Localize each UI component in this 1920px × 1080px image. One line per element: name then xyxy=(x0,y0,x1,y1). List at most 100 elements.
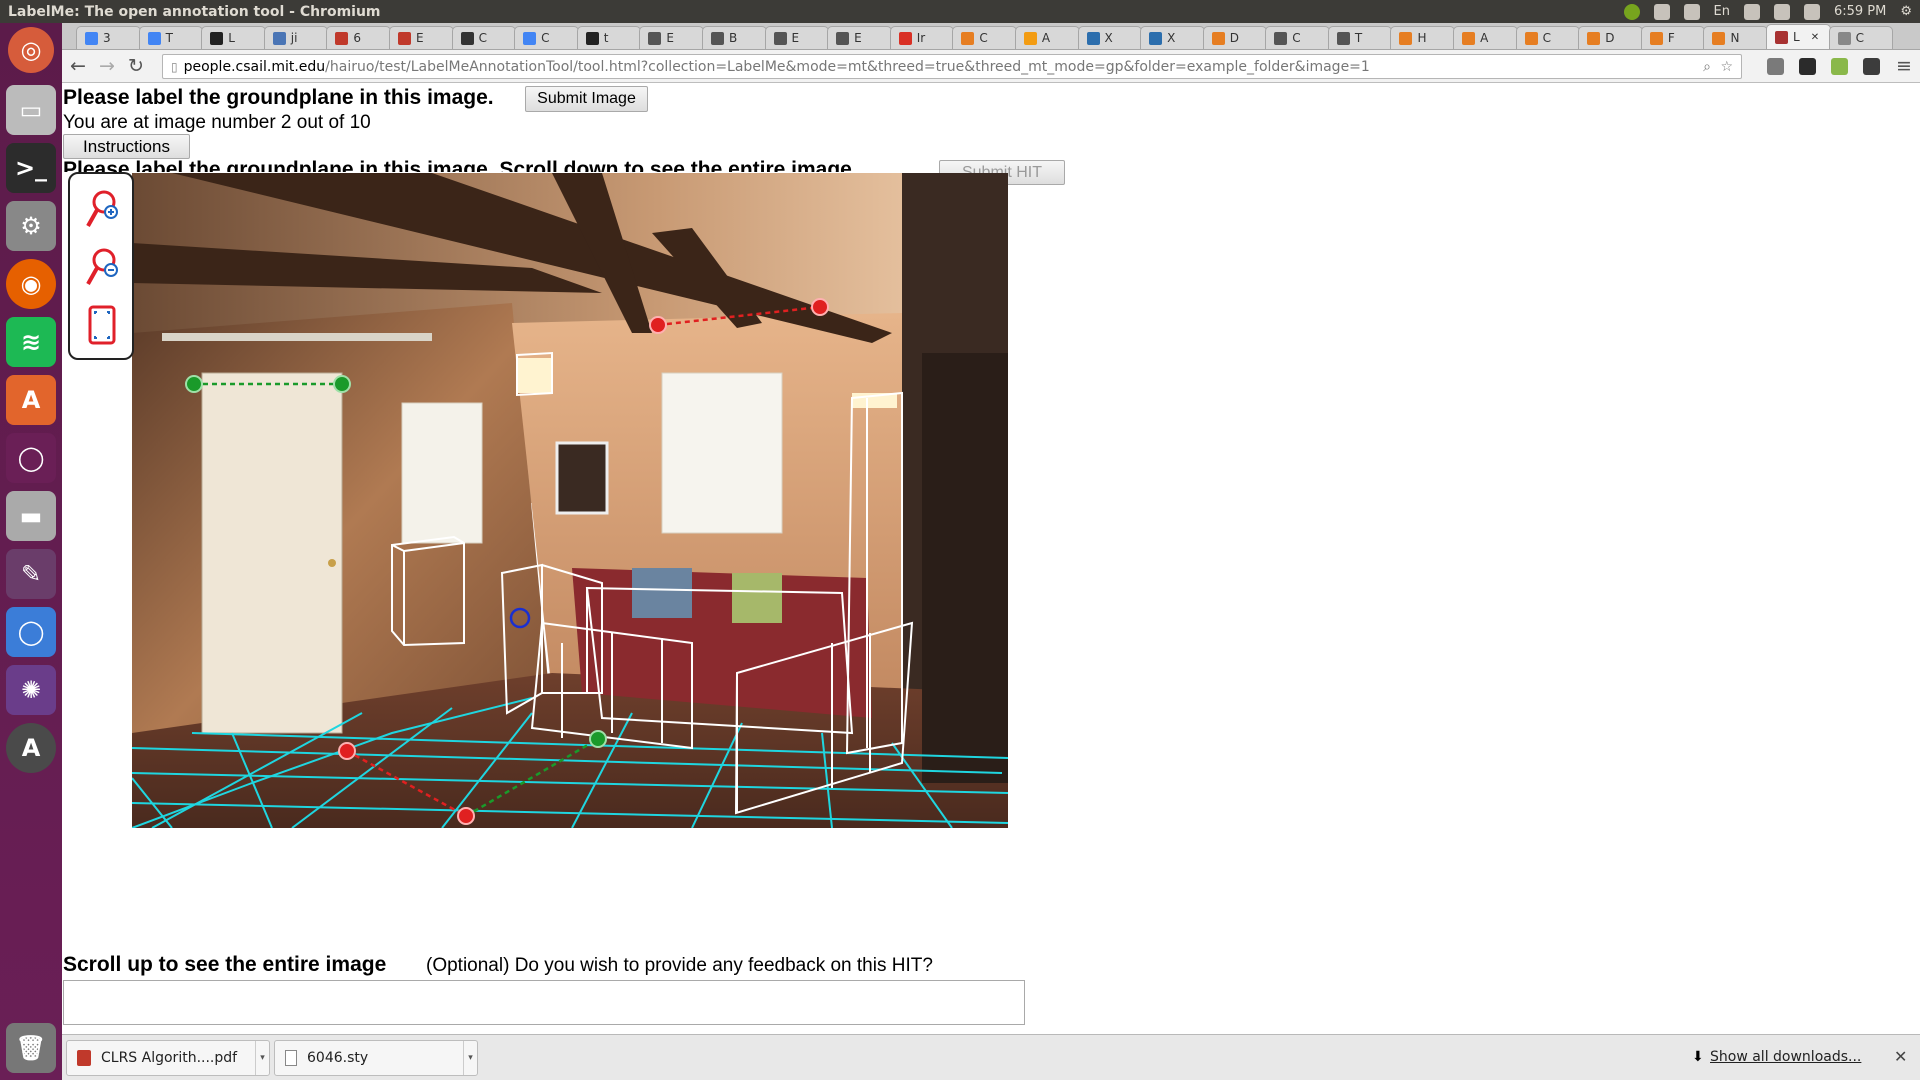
spotify-icon[interactable]: ≋ xyxy=(6,317,56,367)
tab-label: t xyxy=(603,31,609,45)
browser-tab[interactable]: 6 xyxy=(326,26,391,49)
reload-icon[interactable]: ↻ xyxy=(123,53,149,79)
extension-icon[interactable] xyxy=(1767,58,1784,75)
fit-to-screen-icon[interactable] xyxy=(84,304,120,346)
browser-tab[interactable]: A xyxy=(1014,26,1080,49)
annotation-canvas[interactable] xyxy=(132,173,1008,828)
system-settings-icon[interactable]: ⚙ xyxy=(6,201,56,251)
download-menu-arrow-icon[interactable]: ▾ xyxy=(463,1041,477,1075)
zoom-out-icon[interactable] xyxy=(84,246,120,288)
browser-tab[interactable]: E xyxy=(764,26,830,49)
close-icon[interactable]: ✕ xyxy=(1894,1047,1907,1066)
spotify-tray-icon[interactable] xyxy=(1623,3,1640,20)
terminal-icon[interactable]: >_ xyxy=(6,143,56,193)
red-control-point[interactable] xyxy=(338,742,356,760)
keyboard-layout[interactable]: En xyxy=(1714,4,1730,19)
clock[interactable]: 6:59 PM xyxy=(1834,4,1886,19)
shotwell-icon[interactable]: ✺ xyxy=(6,665,56,715)
browser-tab[interactable]: E xyxy=(827,26,892,49)
update-manager-icon[interactable]: A xyxy=(6,723,56,773)
tab-favicon-icon xyxy=(1211,31,1225,45)
download-item[interactable]: CLRS Algorith....pdf ▾ xyxy=(66,1040,270,1076)
red-control-point[interactable] xyxy=(649,316,667,334)
browser-tab[interactable]: L xyxy=(201,26,266,49)
battery-icon[interactable] xyxy=(1773,3,1790,20)
red-control-point[interactable] xyxy=(457,807,475,825)
files-icon[interactable]: ▭ xyxy=(6,85,56,135)
tab-favicon-icon xyxy=(85,31,98,45)
tab-favicon-icon xyxy=(1462,31,1476,45)
empathy-icon[interactable]: ◯ xyxy=(6,433,56,483)
browser-tab[interactable]: E xyxy=(388,26,454,49)
browser-tab[interactable]: N xyxy=(1703,26,1769,49)
firefox-icon[interactable]: ◉ xyxy=(6,259,56,309)
tab-label: C xyxy=(478,31,487,45)
tab-close-icon[interactable]: ✕ xyxy=(1811,32,1819,43)
browser-tab[interactable]: A xyxy=(1453,26,1518,49)
tab-favicon-icon xyxy=(335,31,349,45)
ubuntu-dash-icon[interactable]: ◎ xyxy=(8,27,54,73)
tab-label: X xyxy=(1167,31,1176,45)
show-all-downloads-link[interactable]: Show all downloads... xyxy=(1710,1049,1861,1065)
browser-tab[interactable]: B xyxy=(701,26,767,49)
browser-tab[interactable]: X xyxy=(1140,26,1205,49)
inkscape-icon[interactable]: ✎ xyxy=(6,549,56,599)
browser-tab[interactable]: ji xyxy=(263,26,329,49)
browser-tab[interactable]: E xyxy=(639,26,704,49)
browser-tab[interactable]: T xyxy=(138,26,204,49)
browser-tab[interactable]: T xyxy=(1327,26,1393,49)
browser-tab[interactable]: D xyxy=(1202,26,1268,49)
download-item[interactable]: 6046.sty ▾ xyxy=(274,1040,478,1076)
page-icon: ▯ xyxy=(171,59,178,74)
trash-icon[interactable]: 🗑 xyxy=(6,1023,56,1073)
browser-tab[interactable]: 3 xyxy=(76,26,141,49)
tab-label: F xyxy=(1667,31,1675,45)
tab-label: D xyxy=(1605,31,1615,45)
scene-wall-shelf xyxy=(162,333,432,341)
menu-icon[interactable]: ≡ xyxy=(1891,53,1917,79)
submit-image-button[interactable]: Submit Image xyxy=(525,86,648,112)
browser-tab[interactable]: D xyxy=(1578,26,1643,49)
browser-tab[interactable]: C xyxy=(514,26,579,49)
feedback-textarea[interactable] xyxy=(63,980,1025,1025)
download-menu-arrow-icon[interactable]: ▾ xyxy=(255,1041,269,1075)
settings-gear-icon[interactable]: ⚙ xyxy=(1900,4,1912,19)
browser-tab[interactable]: Ir xyxy=(889,26,955,49)
forward-arrow-icon[interactable]: → xyxy=(94,53,120,79)
k-extension-icon[interactable] xyxy=(1799,58,1816,75)
tab-favicon-icon xyxy=(147,31,161,45)
browser-tab[interactable]: C xyxy=(952,26,1017,49)
browser-tab[interactable]: X xyxy=(1077,26,1143,49)
browser-tab[interactable]: C xyxy=(1828,26,1894,49)
script-extension-icon[interactable] xyxy=(1831,58,1848,75)
bookmark-star-icon[interactable]: ☆ xyxy=(1720,59,1733,75)
tab-label: L xyxy=(228,31,235,45)
tab-label: 6 xyxy=(353,31,362,45)
browser-tab[interactable]: C xyxy=(1265,26,1330,49)
sync-icon[interactable] xyxy=(1653,3,1670,20)
zoom-icon[interactable]: ⌕ xyxy=(1703,59,1711,75)
chromium-icon[interactable]: ◯ xyxy=(6,607,56,657)
browser-tab[interactable]: L ✕ xyxy=(1766,24,1831,49)
green-control-point[interactable] xyxy=(333,375,351,393)
green-control-point[interactable] xyxy=(589,730,607,748)
back-arrow-icon[interactable]: ← xyxy=(65,53,91,79)
zoom-in-icon[interactable] xyxy=(84,188,120,230)
software-center-icon[interactable]: A xyxy=(6,375,56,425)
browser-tab[interactable]: H xyxy=(1390,26,1456,49)
instructions-button[interactable]: Instructions xyxy=(63,134,190,159)
scene-picture-frame xyxy=(555,441,609,515)
browser-tab[interactable]: C xyxy=(451,26,517,49)
browser-tab[interactable]: C xyxy=(1515,26,1581,49)
address-bar[interactable]: ▯ people.csail.mit.edu/hairuo/test/Label… xyxy=(162,54,1742,79)
wifi-icon[interactable] xyxy=(1683,3,1700,20)
volume-icon[interactable] xyxy=(1803,3,1820,20)
bluetooth-icon[interactable] xyxy=(1743,3,1760,20)
browser-tab[interactable]: t xyxy=(576,26,642,49)
os-top-panel: LabelMe: The open annotation tool - Chro… xyxy=(0,0,1920,23)
disk-icon[interactable]: ▬ xyxy=(6,491,56,541)
green-control-point[interactable] xyxy=(185,375,203,393)
red-control-point[interactable] xyxy=(811,298,829,316)
pocket-icon[interactable] xyxy=(1863,58,1880,75)
browser-tab[interactable]: F xyxy=(1640,26,1706,49)
